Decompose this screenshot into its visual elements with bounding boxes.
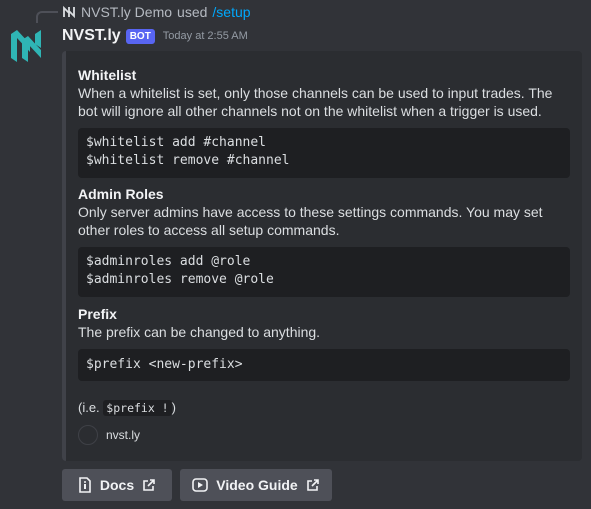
footer-text: nvst.ly — [106, 428, 141, 442]
reply-connector — [36, 11, 58, 23]
field-title: Whitelist — [78, 67, 137, 83]
footer-icon — [78, 425, 98, 445]
reply-context[interactable]: NVST.ly Demo used /setup — [62, 3, 251, 21]
code-line: $whitelist remove #channel — [86, 153, 290, 168]
field-description: The prefix can be changed to anything. — [78, 324, 321, 340]
docs-button-label: Docs — [99, 477, 135, 493]
admin-roles-section: Admin Roles Only server admins have acce… — [78, 185, 570, 297]
docs-button[interactable]: Docs — [62, 469, 172, 501]
code-line: $adminroles add @role — [86, 254, 251, 269]
video-guide-button-label: Video Guide — [216, 477, 298, 493]
code-line: $adminroles remove @role — [86, 272, 274, 287]
bot-badge: BOT — [125, 28, 155, 44]
field-title: Admin Roles — [78, 186, 164, 202]
field-description: Only server admins have access to these … — [78, 204, 543, 238]
video-guide-button[interactable]: Video Guide — [180, 469, 332, 501]
document-icon — [79, 477, 91, 493]
nvst-logo-avatar[interactable] — [10, 28, 42, 64]
nvst-mini-logo-icon — [63, 5, 75, 19]
play-icon — [192, 478, 209, 492]
example-inline-code: $prefix ! — [103, 400, 172, 416]
username[interactable]: NVST.ly — [62, 27, 121, 45]
reply-user[interactable]: NVST.ly Demo — [81, 4, 172, 20]
reply-command[interactable]: /setup — [212, 4, 250, 20]
field-description: When a whitelist is set, only those chan… — [78, 85, 553, 119]
external-link-icon — [143, 479, 155, 491]
reply-verb: used — [177, 4, 208, 20]
prefix-section: Prefix The prefix can be changed to anyt… — [78, 305, 570, 381]
prefix-example: (i.e. $prefix !) — [78, 399, 570, 417]
code-block: $adminroles add @role $adminroles remove… — [78, 247, 570, 297]
message-header: NVST.ly BOT Today at 2:55 AM — [62, 25, 248, 47]
setup-embed: Whitelist When a whitelist is set, only … — [62, 51, 582, 461]
example-prefix-text: (i.e. — [78, 400, 100, 415]
code-block: $prefix <new-prefix> — [78, 349, 570, 381]
embed-footer: nvst.ly — [78, 425, 570, 445]
code-line: $prefix <new-prefix> — [86, 357, 243, 372]
whitelist-section: Whitelist When a whitelist is set, only … — [78, 66, 570, 178]
code-line: $whitelist add #channel — [86, 135, 267, 150]
timestamp[interactable]: Today at 2:55 AM — [163, 30, 248, 42]
field-title: Prefix — [78, 306, 117, 322]
external-link-icon — [306, 479, 319, 491]
example-suffix-text: ) — [171, 400, 176, 415]
code-block: $whitelist add #channel $whitelist remov… — [78, 128, 570, 178]
